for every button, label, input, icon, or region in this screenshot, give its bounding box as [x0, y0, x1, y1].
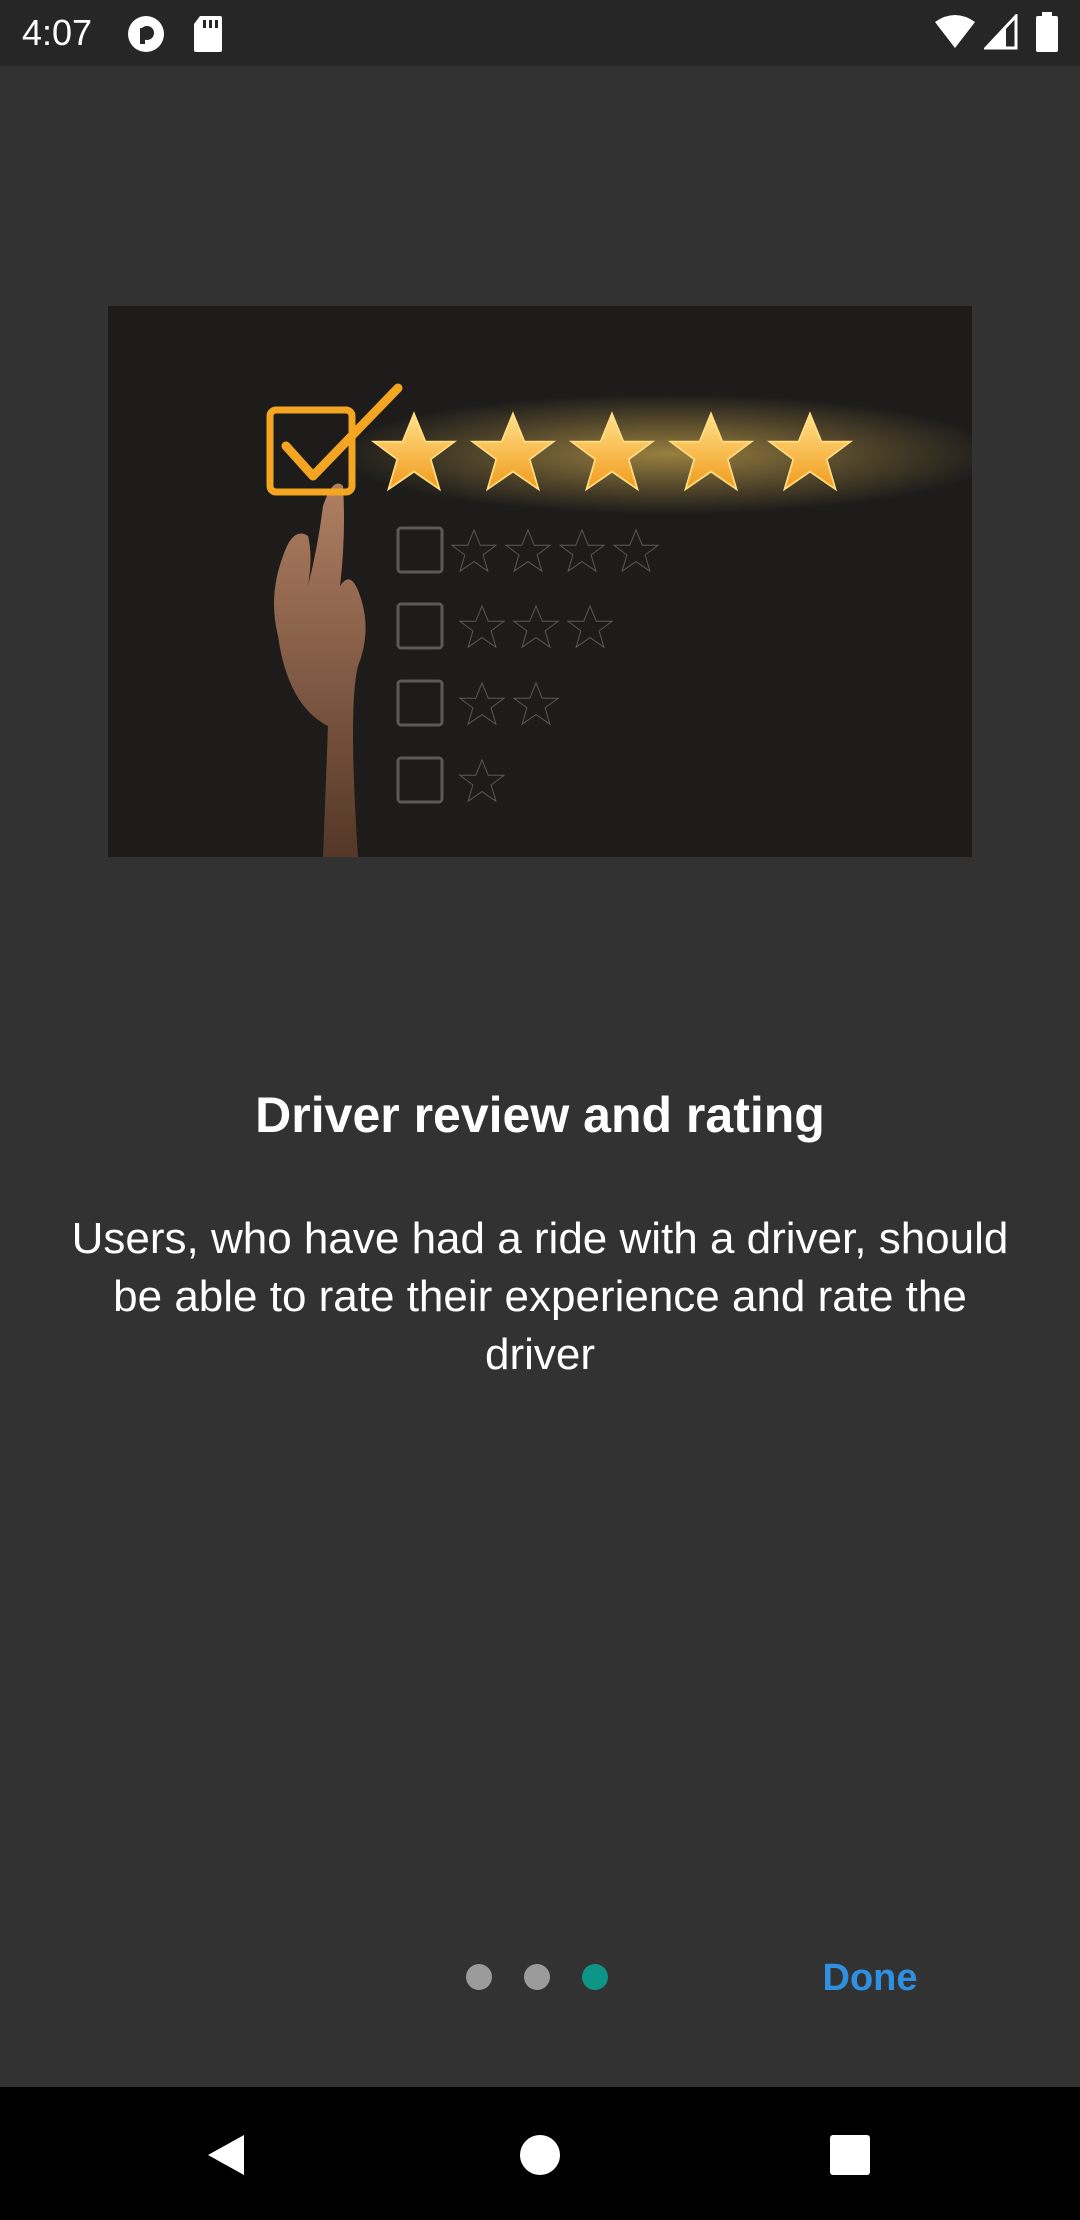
- page-dot-1[interactable]: [466, 1964, 492, 1990]
- page-dot-2[interactable]: [524, 1964, 550, 1990]
- back-icon[interactable]: [186, 2115, 266, 2195]
- pocketcasts-icon: [126, 14, 166, 59]
- done-button[interactable]: Done: [800, 1950, 940, 2006]
- home-icon[interactable]: [500, 2115, 580, 2195]
- status-time: 4:07: [22, 12, 93, 53]
- onboarding-screen: 4:07 Driver review and rating Users, who…: [0, 0, 1080, 2220]
- recents-icon[interactable]: [810, 2115, 890, 2195]
- wifi-icon: [934, 14, 976, 55]
- page-title: Driver review and rating: [255, 1087, 825, 1143]
- rating-stars-image: [108, 306, 972, 857]
- sd-card-icon: [192, 14, 224, 59]
- status-bar: 4:07: [0, 0, 1080, 66]
- navigation-bar: [0, 2087, 1080, 2220]
- page-indicator: [466, 1964, 608, 1990]
- signal-icon: [982, 12, 1018, 55]
- page-description: Users, who have had a ride with a driver…: [71, 1214, 1009, 1379]
- page-dot-3-active[interactable]: [582, 1964, 608, 1990]
- battery-icon: [1036, 12, 1058, 57]
